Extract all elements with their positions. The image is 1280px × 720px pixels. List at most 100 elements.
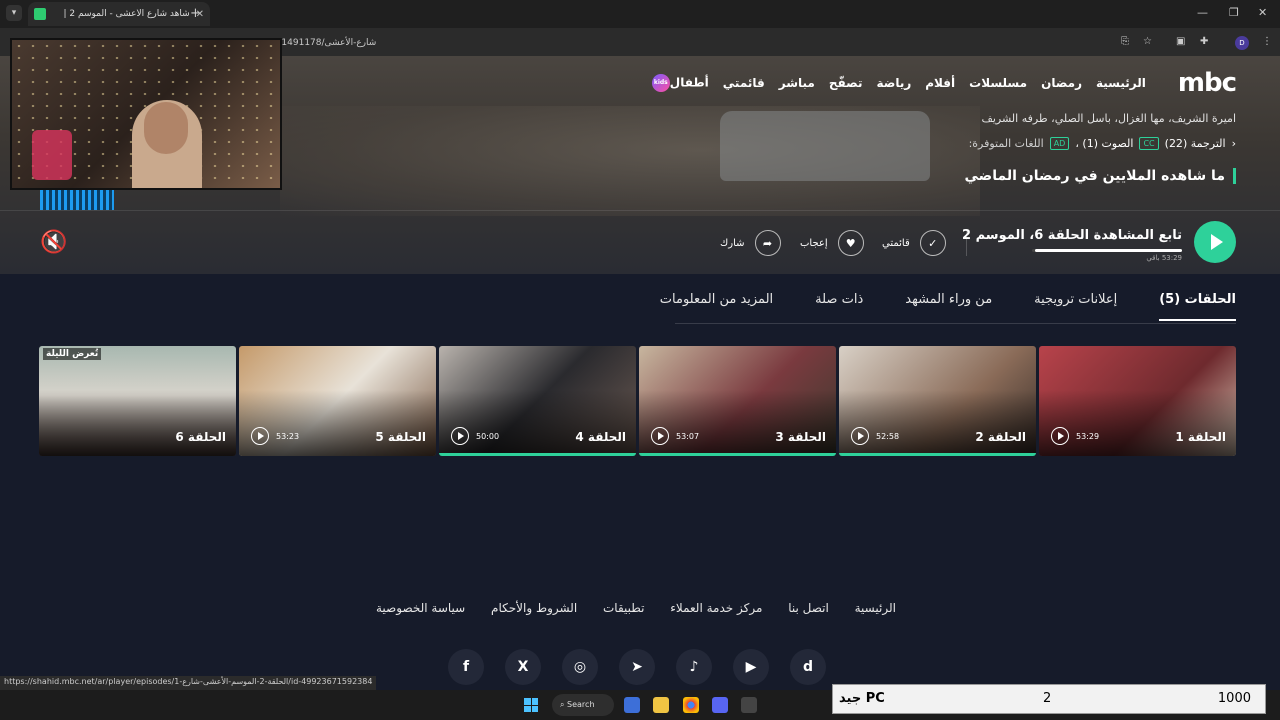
bookmark-star-icon[interactable]: ☆ (1143, 36, 1152, 47)
nav-item-browse[interactable]: تصفّح (829, 76, 863, 90)
footer-link-home[interactable]: الرئيسية (855, 601, 896, 615)
add-to-list-label: قائمتي (882, 237, 910, 249)
browser-tab[interactable]: شاهد شارع الأعشى - الموسم 2 | ✕ (28, 2, 210, 26)
nav-item-series[interactable]: مسلسلات (969, 76, 1027, 90)
file-explorer-icon[interactable] (653, 697, 669, 713)
minimize-button[interactable]: — (1197, 6, 1208, 19)
social-links: f X ◎ ➤ ♪ ▶ d (448, 649, 826, 685)
nav-item-ramadan[interactable]: رمضان (1041, 76, 1082, 90)
episode-title: الحلقة 6 (175, 430, 226, 444)
episode-watched-bar (639, 453, 836, 456)
episode-card[interactable]: الحلقة 1 53:29 (1039, 346, 1236, 456)
tab-more-info[interactable]: المزيد من المعلومات (660, 292, 773, 321)
taskbar-search[interactable]: ⌕ Search (552, 694, 614, 716)
chrome-icon[interactable] (683, 697, 699, 713)
tab-related[interactable]: ذات صلة (815, 292, 863, 321)
chevron-left-icon[interactable]: ‹ (1232, 137, 1236, 150)
x-icon[interactable]: X (505, 649, 541, 685)
tab-behind-scenes[interactable]: من وراء المشهد (905, 292, 992, 321)
episode-duration: 50:00 (476, 432, 500, 441)
tab-favicon-icon (34, 8, 46, 20)
nav-item-mylist[interactable]: قائمتي (723, 76, 765, 90)
episode-duration: 53:07 (676, 432, 700, 441)
airs-tonight-badge: تُعرض الليلة (43, 348, 102, 360)
app-icon[interactable] (741, 697, 757, 713)
cast-icon[interactable]: ⎘ (1121, 36, 1129, 47)
play-icon[interactable] (1051, 427, 1069, 445)
languages-label: اللغات المتوفرة: (968, 137, 1044, 150)
actions-separator (966, 230, 967, 256)
episode-card[interactable]: الحلقة 4 50:00 (439, 346, 636, 456)
facebook-icon[interactable]: f (448, 649, 484, 685)
hero-divider (0, 210, 1280, 211)
puzzle-icon[interactable]: ✚ (1200, 36, 1208, 47)
tab-episodes[interactable]: الحلقات (5) (1159, 292, 1236, 321)
episode-duration: 53:23 (276, 432, 300, 441)
nav-item-kids[interactable]: kids أطفال (648, 74, 709, 92)
extension-icon[interactable]: ▣ (1176, 36, 1185, 47)
episode-card[interactable]: الحلقة 5 53:23 (239, 346, 436, 456)
heart-icon: ♥ (837, 230, 864, 256)
footer-link-privacy[interactable]: سياسة الخصوصية (376, 601, 465, 615)
footer-link-apps[interactable]: تطبيقات (603, 601, 644, 615)
webcam-overlay (10, 38, 282, 190)
telegram-icon[interactable]: ➤ (619, 649, 655, 685)
discord-icon[interactable] (712, 697, 728, 713)
footer-link-support[interactable]: مركز خدمة العملاء (670, 601, 762, 615)
continue-watching[interactable]: تابع المشاهدة الحلقة 6، الموسم 2 53:29 ب… (962, 228, 1182, 262)
audio-description-badge: AD (1049, 137, 1070, 150)
content-tabs: الحلقات (5) إعلانات ترويجية من وراء المش… (660, 292, 1236, 321)
episode-duration: 52:58 (876, 432, 900, 441)
task-view-icon[interactable] (624, 697, 640, 713)
tab-trailers[interactable]: إعلانات ترويجية (1034, 292, 1117, 321)
episode-duration: 53:29 (1076, 432, 1100, 441)
nav-item-kids-label: أطفال (669, 75, 709, 90)
menu-dots-icon[interactable]: ⋮ (1262, 36, 1272, 47)
mute-icon[interactable]: 🔇 (40, 230, 67, 255)
nav-item-home[interactable]: الرئيسية (1096, 76, 1146, 90)
like-button[interactable]: ♥ إعجاب (800, 230, 864, 256)
windows-start-icon[interactable] (524, 698, 538, 712)
tab-search-dropdown[interactable]: ▾ (6, 5, 22, 21)
overlay-left-text: جيد PC (839, 691, 885, 706)
instagram-icon[interactable]: ◎ (562, 649, 598, 685)
nav-item-movies[interactable]: أفلام (925, 76, 955, 90)
play-icon[interactable] (451, 427, 469, 445)
add-to-list-button[interactable]: ✓ قائمتي (882, 230, 946, 256)
closed-captions-badge: CC (1139, 137, 1159, 150)
new-tab-button[interactable]: + (190, 6, 201, 21)
play-button[interactable] (1194, 221, 1236, 263)
tiktok-icon[interactable]: ♪ (676, 649, 712, 685)
share-label: شارك (720, 237, 745, 249)
footer-link-contact[interactable]: اتصل بنا (788, 601, 829, 615)
episode-title: الحلقة 3 (775, 430, 826, 444)
episode-watched-bar (439, 453, 636, 456)
restore-button[interactable]: ❐ (1229, 6, 1239, 19)
close-window-button[interactable]: ✕ (1258, 6, 1267, 19)
browser-tabbar: ▾ شاهد شارع الأعشى - الموسم 2 | ✕ + — ❐ … (0, 0, 1280, 28)
play-icon[interactable] (651, 427, 669, 445)
nav-item-sports[interactable]: رياضة (876, 76, 911, 90)
episode-card[interactable]: تُعرض الليلة الحلقة 6 (39, 346, 236, 456)
episode-card[interactable]: الحلقة 3 53:07 (639, 346, 836, 456)
nav-item-live[interactable]: مباشر (779, 76, 815, 90)
kids-icon: kids (651, 74, 670, 92)
like-label: إعجاب (800, 237, 828, 249)
episode-title: الحلقة 1 (1175, 430, 1226, 444)
mbc-logo[interactable]: mbc (1178, 68, 1237, 98)
profile-avatar[interactable]: D (1235, 36, 1249, 50)
footer-link-terms[interactable]: الشروط والأحكام (491, 601, 577, 615)
youtube-icon[interactable]: ▶ (733, 649, 769, 685)
tabs-underline (675, 323, 1236, 324)
episode-title: الحلقة 4 (575, 430, 626, 444)
status-url: https://shahid.mbc.net/ar/player/episode… (0, 676, 377, 690)
stream-overlay-box: جيد PC 2 1000 (832, 684, 1266, 714)
play-icon[interactable] (851, 427, 869, 445)
play-icon[interactable] (251, 427, 269, 445)
dailymotion-icon[interactable]: d (790, 649, 826, 685)
episode-watched-bar (839, 453, 1036, 456)
subtitles-count: الترجمة (22) (1164, 137, 1226, 150)
taskbar-search-label: Search (567, 700, 595, 709)
share-button[interactable]: ➦ شارك (720, 230, 781, 256)
episode-card[interactable]: الحلقة 2 52:58 (839, 346, 1036, 456)
